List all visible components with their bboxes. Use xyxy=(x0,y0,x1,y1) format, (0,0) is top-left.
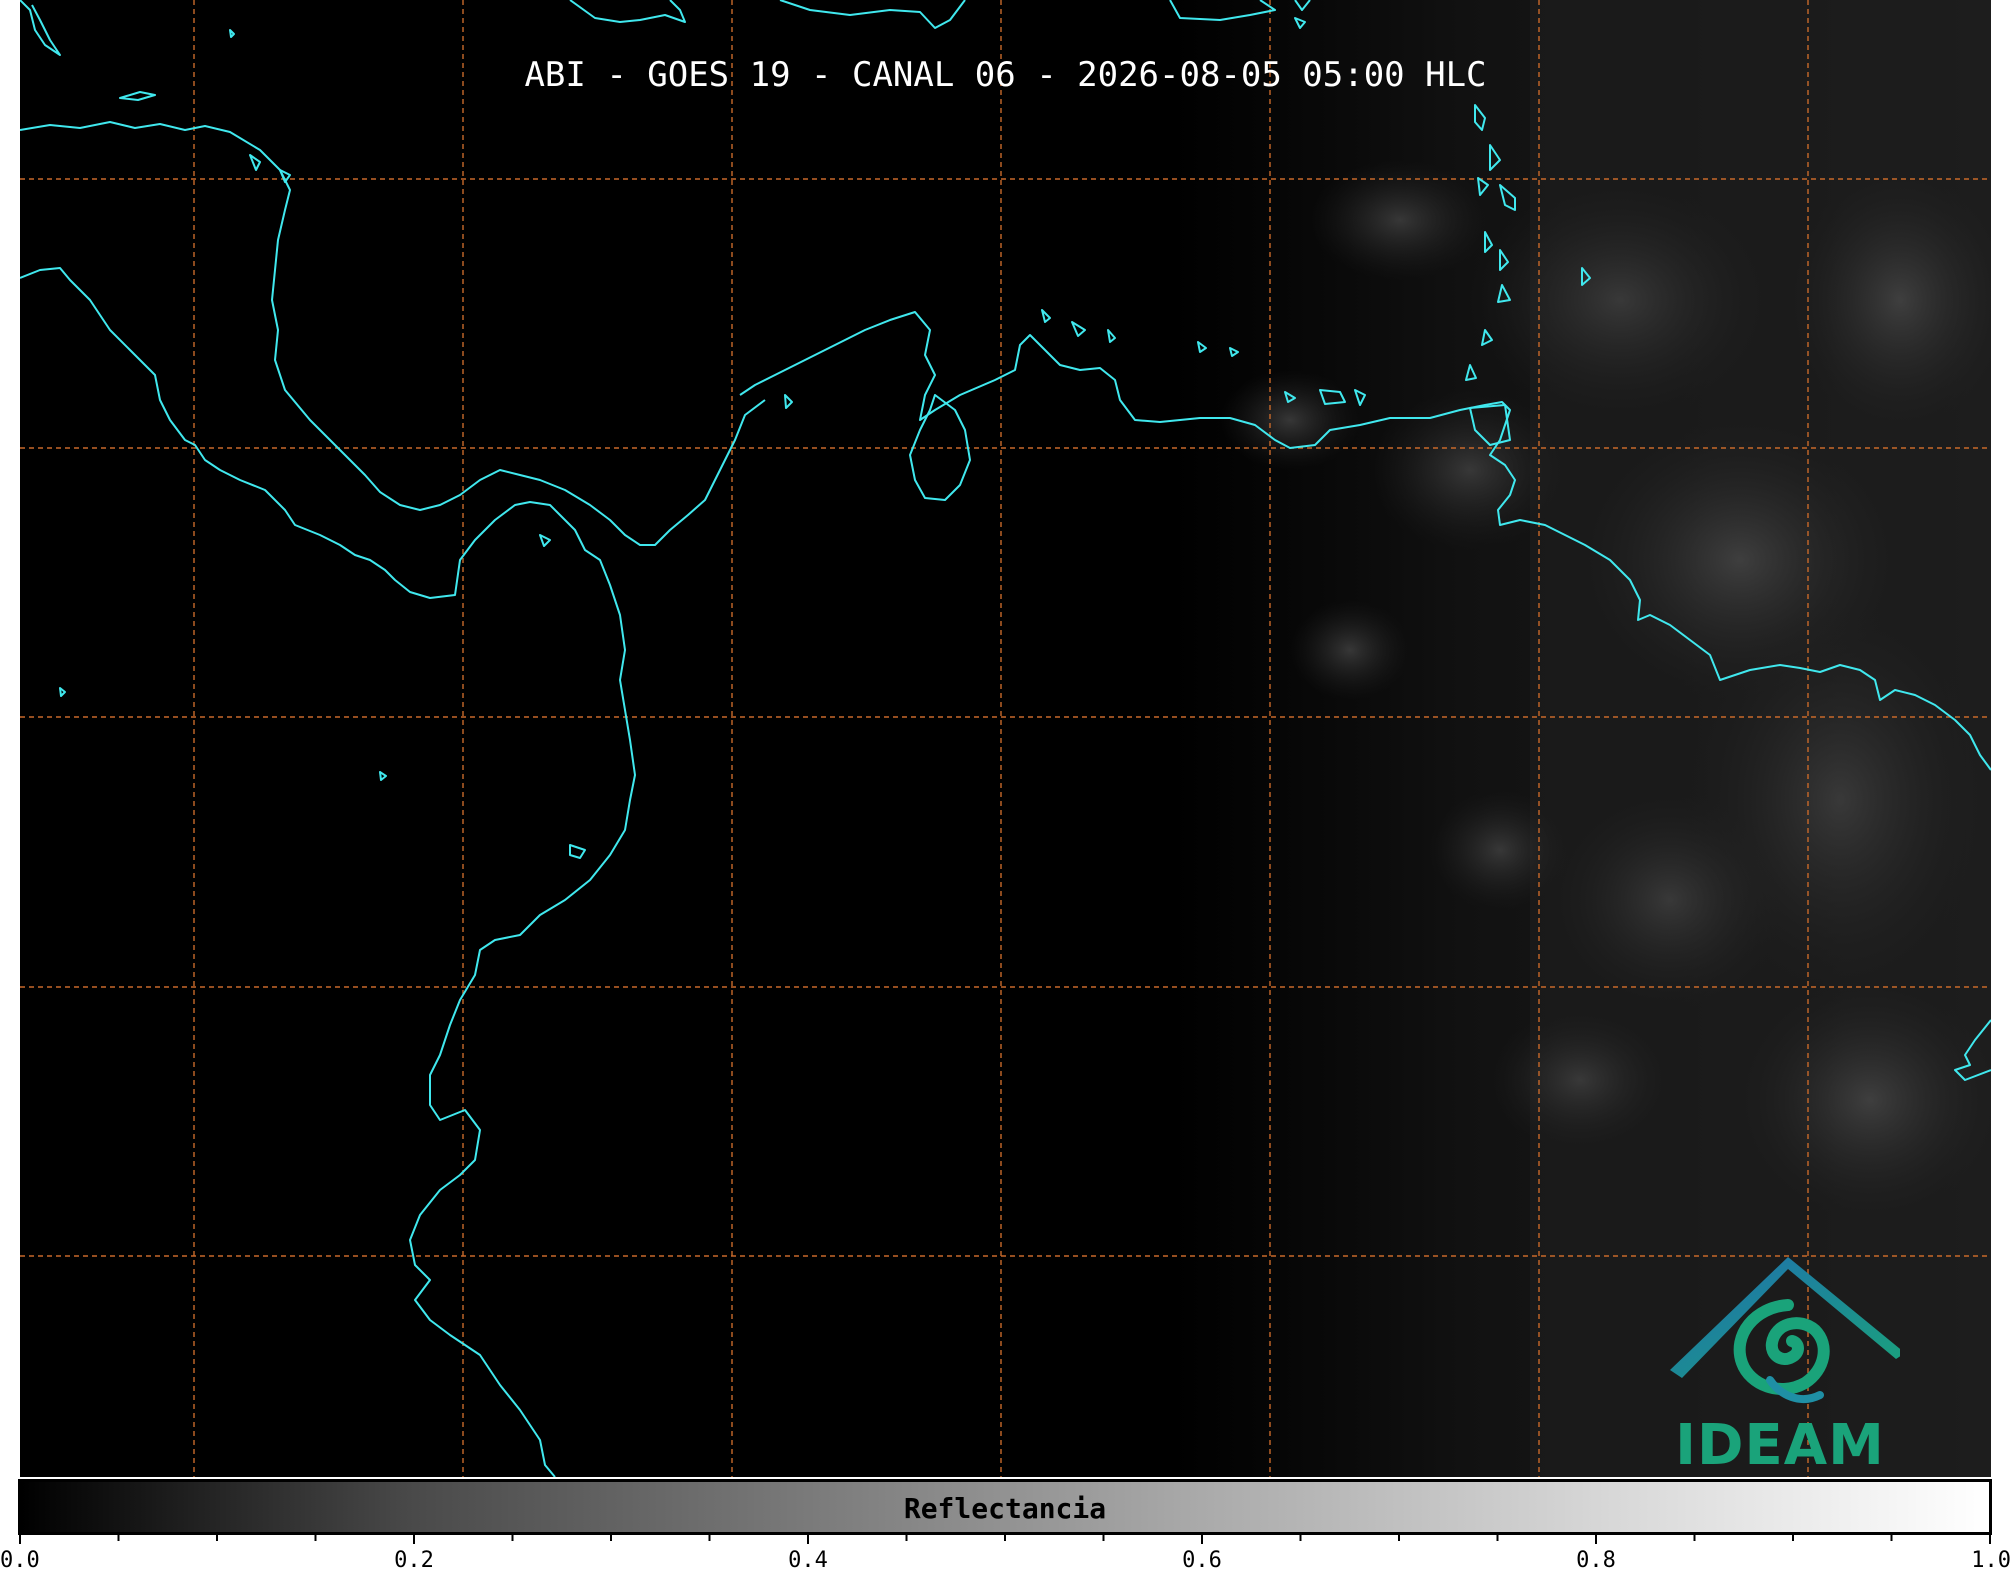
logo-text: IDEAM xyxy=(1675,1413,1885,1477)
colorbar-tick-label: 0.4 xyxy=(788,1548,828,1573)
colorbar: Reflectancia xyxy=(18,1479,1992,1535)
ideam-logo: IDEAM xyxy=(1660,1255,1905,1477)
colorbar-tick-label: 0.6 xyxy=(1182,1548,1222,1573)
map-title: ABI - GOES 19 - CANAL 06 - 2026-08-05 05… xyxy=(524,55,1487,95)
colorbar-tick-label: 0.0 xyxy=(0,1548,40,1573)
colorbar-tick-label: 0.2 xyxy=(394,1548,434,1573)
colorbar-tick-label: 1.0 xyxy=(1971,1548,2011,1573)
ideam-emblem-icon xyxy=(1670,1257,1905,1403)
colorbar-axis: 0.0 0.2 0.4 0.6 0.8 1.0 xyxy=(0,1535,2011,1573)
colorbar-label: Reflectancia xyxy=(903,1492,1107,1525)
satellite-map: ABI - GOES 19 - CANAL 06 - 2026-08-05 05… xyxy=(20,0,1991,1477)
colorbar-tick-label: 0.8 xyxy=(1576,1548,1616,1573)
